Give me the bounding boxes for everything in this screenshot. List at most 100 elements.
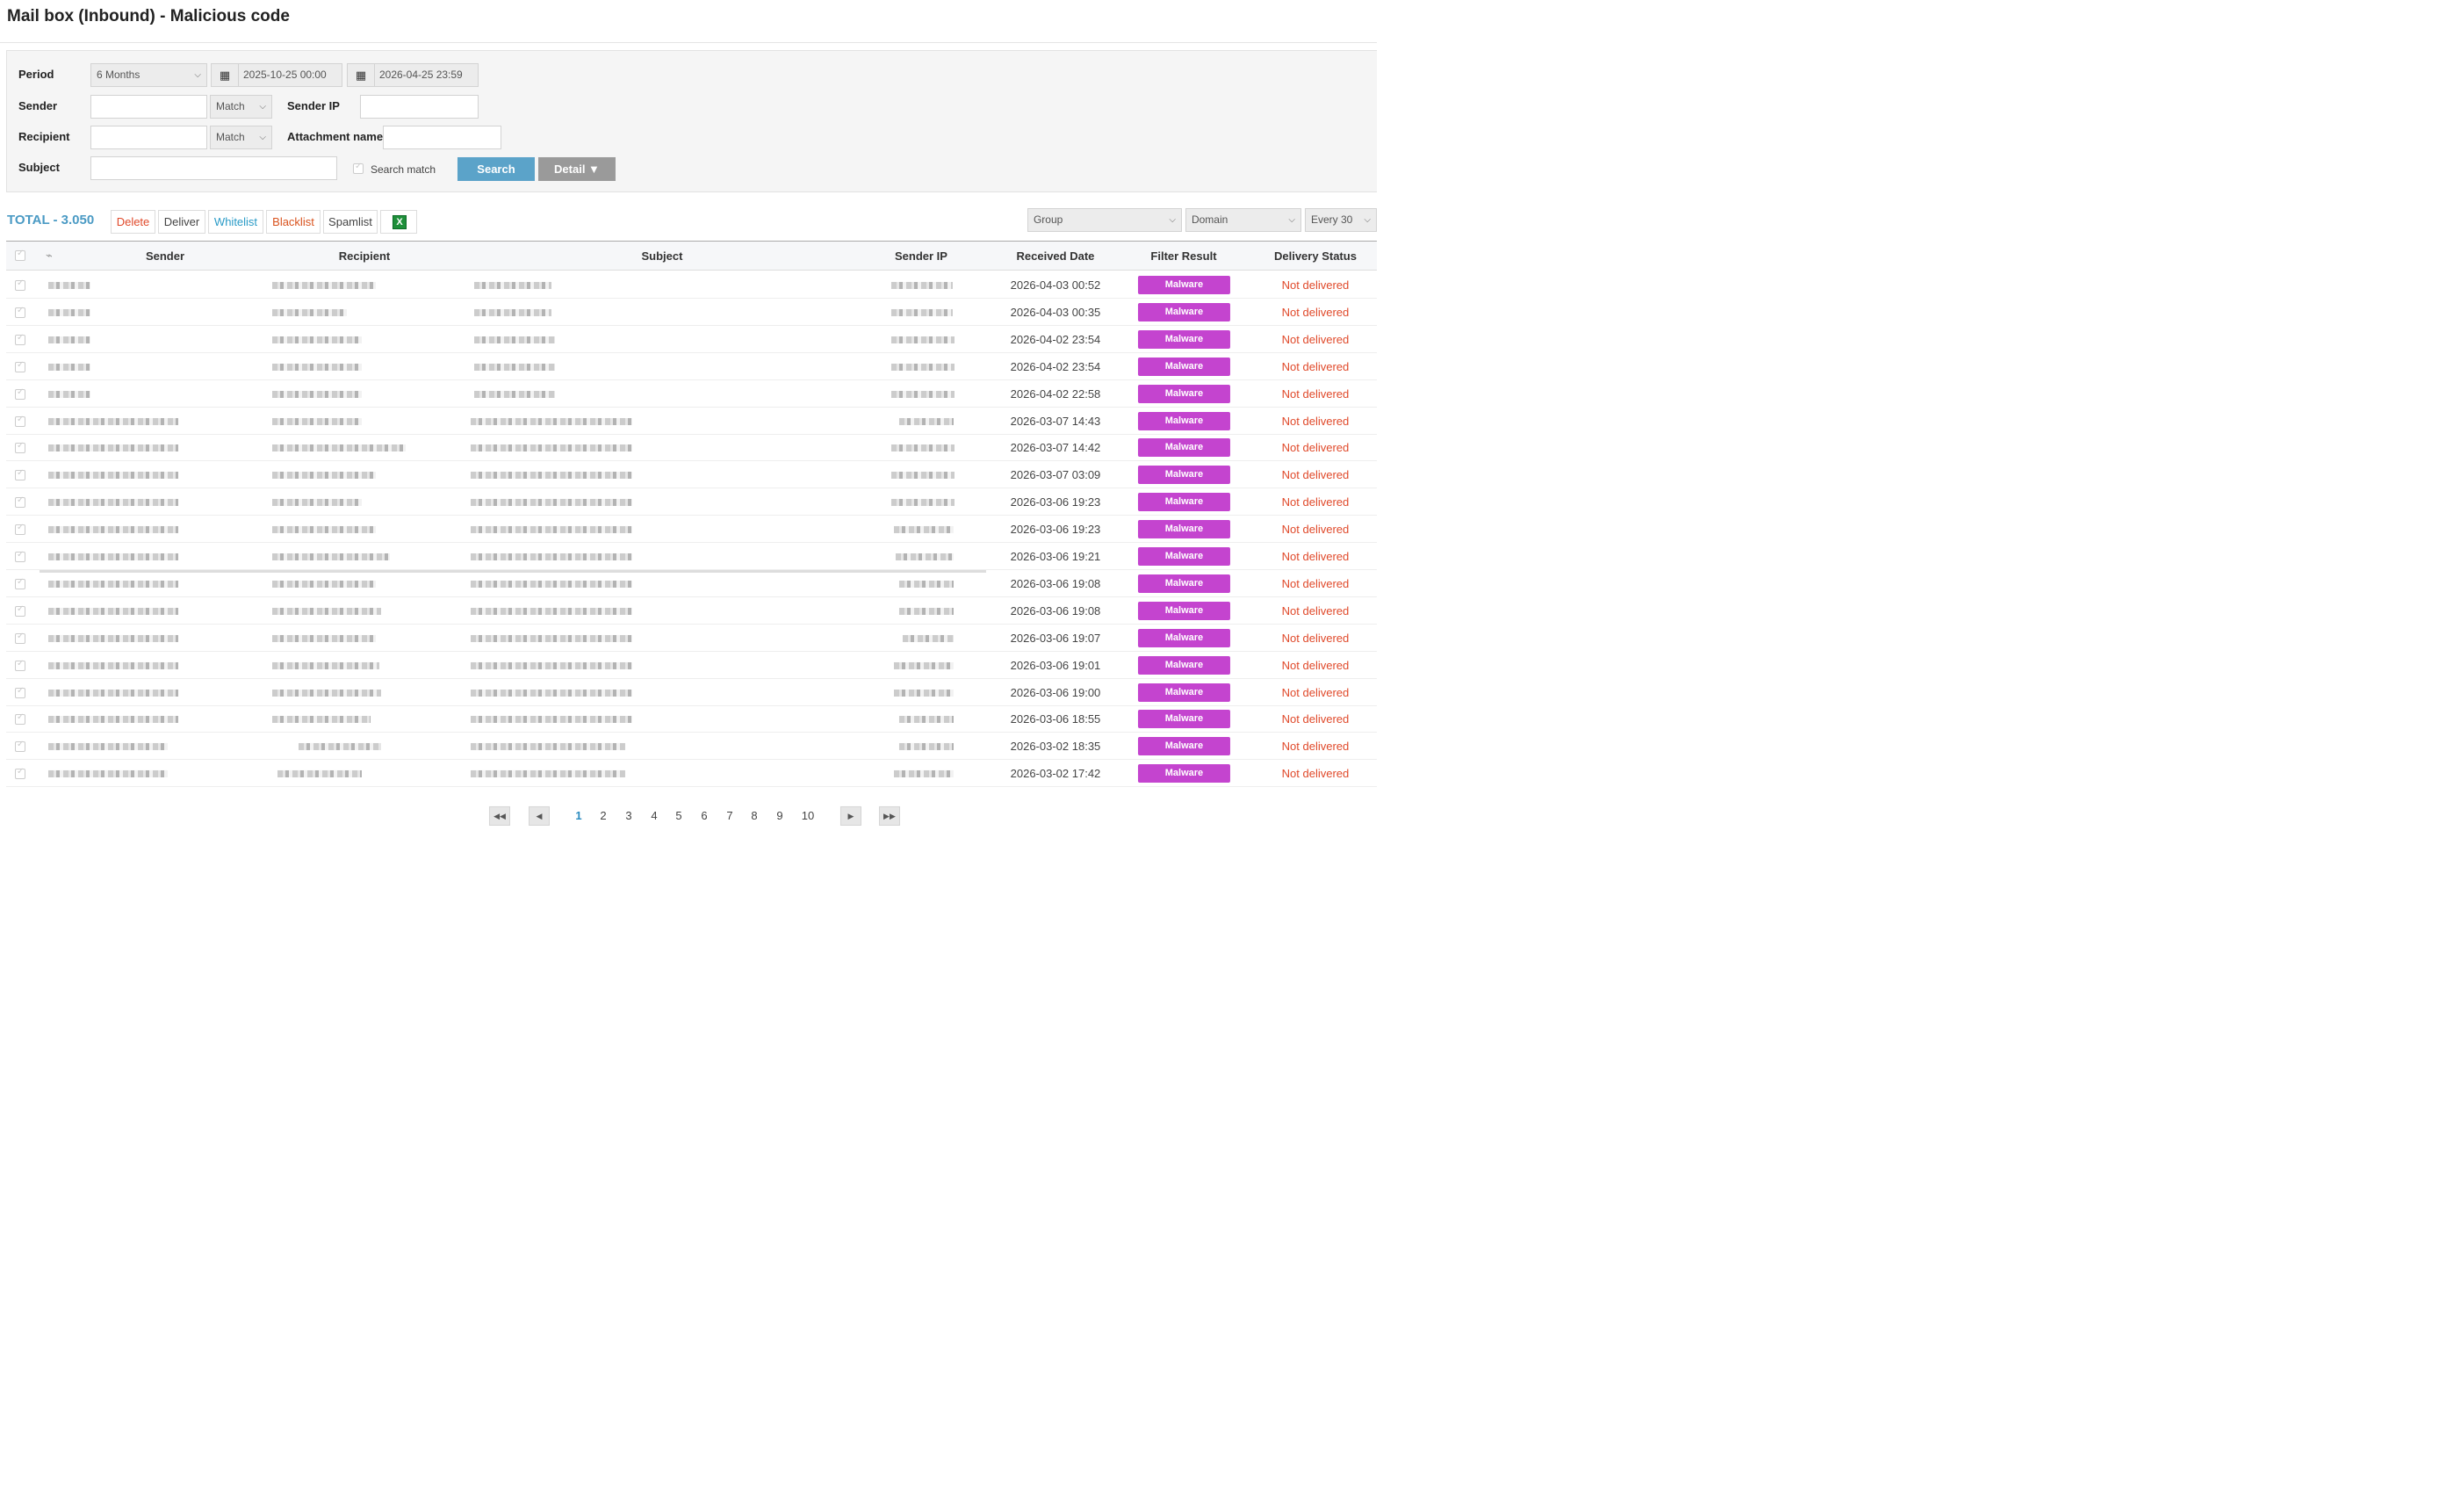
whitelist-button[interactable]: Whitelist [207, 209, 263, 234]
table-row[interactable]: 2026-03-06 19:07 Malware Not delivered [5, 625, 1377, 652]
delete-button[interactable]: Delete [110, 209, 155, 234]
col-received-date[interactable]: Received Date [990, 249, 1121, 263]
table-row[interactable]: 2026-04-02 22:58 Malware Not delivered [5, 380, 1377, 408]
col-delivery-status[interactable]: Delivery Status [1262, 249, 1369, 263]
row-checkbox[interactable] [14, 278, 25, 291]
table-row[interactable]: 2026-03-06 19:23 Malware Not delivered [5, 488, 1377, 516]
table-row[interactable]: 2026-03-06 19:23 Malware Not delivered [5, 516, 1377, 544]
table-row[interactable]: 2026-03-07 14:42 Malware Not delivered [5, 434, 1377, 462]
spamlist-button[interactable]: Spamlist [322, 209, 378, 234]
subject-redacted[interactable] [470, 499, 632, 507]
table-row[interactable]: 2026-04-03 00:52 Malware Not delivered [5, 271, 1377, 299]
page-number-10[interactable]: 10 [796, 809, 820, 822]
row-checkbox[interactable] [14, 712, 25, 726]
table-row[interactable]: 2026-03-06 19:08 Malware Not delivered [5, 597, 1377, 625]
recipient-match-select[interactable]: Match ⌵ [209, 125, 272, 149]
calendar-icon[interactable]: ▦ [212, 63, 239, 86]
page-number-6[interactable]: 6 [695, 809, 714, 822]
subject-redacted[interactable] [470, 444, 632, 452]
table-row[interactable]: 2026-03-06 19:08 Malware Not delivered [5, 570, 1377, 597]
attachment-name-input[interactable] [382, 125, 501, 149]
row-checkbox[interactable] [14, 550, 25, 562]
sender-input[interactable] [90, 94, 207, 119]
subject-redacted[interactable] [473, 308, 551, 316]
row-checkbox[interactable] [14, 360, 25, 372]
next-page-button[interactable]: ▶ [839, 805, 861, 826]
subject-redacted[interactable] [470, 770, 625, 778]
table-row[interactable]: 2026-03-07 14:43 Malware Not delivered [5, 407, 1377, 435]
subject-redacted[interactable] [470, 661, 632, 669]
calendar-icon[interactable]: ▦ [348, 63, 375, 86]
row-checkbox[interactable] [14, 577, 25, 589]
search-match-checkbox[interactable] [352, 162, 364, 174]
last-page-button[interactable]: ▶▶ [878, 805, 900, 826]
deliver-button[interactable]: Deliver [157, 209, 205, 234]
row-checkbox[interactable] [14, 306, 25, 318]
page-number-1[interactable]: 1 [569, 809, 588, 822]
sender-ip-input[interactable] [359, 94, 479, 119]
table-row[interactable]: 2026-04-03 00:35 Malware Not delivered [5, 299, 1377, 326]
date-from-input[interactable]: ▦ 2025-10-25 00:00 [210, 62, 342, 87]
table-row[interactable]: 2026-03-02 18:35 Malware Not delivered [5, 733, 1377, 761]
blacklist-button[interactable]: Blacklist [265, 209, 321, 234]
table-row[interactable]: 2026-03-07 03:09 Malware Not delivered [5, 461, 1377, 489]
table-row[interactable]: 2026-03-02 17:42 Malware Not delivered [5, 760, 1377, 788]
table-row[interactable]: 2026-03-06 19:21 Malware Not delivered [5, 543, 1377, 570]
search-button[interactable]: Search [457, 156, 535, 181]
row-checkbox[interactable] [14, 767, 25, 780]
subject-input[interactable] [90, 155, 337, 180]
group-select[interactable]: Group ⌵ [1027, 207, 1182, 232]
col-filter-result[interactable]: Filter Result [1127, 249, 1241, 263]
domain-select[interactable]: Domain ⌵ [1185, 207, 1301, 232]
page-number-5[interactable]: 5 [669, 809, 688, 822]
row-checkbox[interactable] [14, 604, 25, 617]
subject-redacted[interactable] [470, 526, 632, 534]
row-checkbox[interactable] [14, 441, 25, 454]
col-recipient[interactable]: Recipient [294, 249, 435, 263]
period-select[interactable]: 6 Months ⌵ [90, 62, 207, 87]
page-number-7[interactable]: 7 [720, 809, 739, 822]
row-checkbox[interactable] [14, 632, 25, 644]
table-row[interactable]: 2026-03-06 19:01 Malware Not delivered [5, 652, 1377, 679]
col-sender[interactable]: Sender [94, 249, 236, 263]
row-checkbox[interactable] [14, 685, 25, 698]
subject-redacted[interactable] [470, 580, 632, 588]
page-number-8[interactable]: 8 [745, 809, 764, 822]
table-row[interactable]: 2026-03-06 19:00 Malware Not delivered [5, 678, 1377, 706]
row-checkbox[interactable] [14, 523, 25, 536]
recipient-input[interactable] [90, 125, 207, 149]
subject-redacted[interactable] [470, 417, 632, 425]
page-number-4[interactable]: 4 [645, 809, 664, 822]
table-row[interactable]: 2026-04-02 23:54 Malware Not delivered [5, 326, 1377, 353]
date-to-input[interactable]: ▦ 2026-04-25 23:59 [346, 62, 479, 87]
table-row[interactable]: 2026-03-06 18:55 Malware Not delivered [5, 705, 1377, 733]
row-checkbox[interactable] [14, 659, 25, 671]
row-checkbox[interactable] [14, 740, 25, 753]
col-sender-ip[interactable]: Sender IP [867, 249, 976, 263]
prev-page-button[interactable]: ◀ [528, 805, 550, 826]
subject-redacted[interactable] [470, 743, 625, 751]
subject-redacted[interactable] [473, 281, 551, 289]
first-page-button[interactable]: ◀◀ [488, 805, 510, 826]
subject-redacted[interactable] [473, 336, 555, 343]
detail-button[interactable]: Detail ▼ [537, 156, 616, 181]
subject-redacted[interactable] [470, 472, 632, 480]
row-checkbox[interactable] [14, 495, 25, 509]
page-number-2[interactable]: 2 [594, 809, 613, 822]
select-all-checkbox[interactable] [14, 249, 25, 261]
table-row[interactable]: 2026-04-02 23:54 Malware Not delivered [5, 353, 1377, 380]
page-number-3[interactable]: 3 [619, 809, 638, 822]
excel-export-button[interactable]: X [379, 209, 417, 234]
subject-redacted[interactable] [473, 390, 555, 398]
row-checkbox[interactable] [14, 333, 25, 345]
subject-redacted[interactable] [470, 553, 632, 560]
sender-match-select[interactable]: Match ⌵ [209, 94, 272, 119]
col-subject[interactable]: Subject [586, 249, 738, 263]
row-checkbox[interactable] [14, 468, 25, 481]
subject-redacted[interactable] [470, 689, 632, 697]
row-checkbox[interactable] [14, 387, 25, 400]
page-size-select[interactable]: Every 30 ⌵ [1304, 207, 1377, 232]
row-checkbox[interactable] [14, 414, 25, 427]
subject-redacted[interactable] [470, 634, 632, 642]
subject-redacted[interactable] [473, 363, 555, 371]
